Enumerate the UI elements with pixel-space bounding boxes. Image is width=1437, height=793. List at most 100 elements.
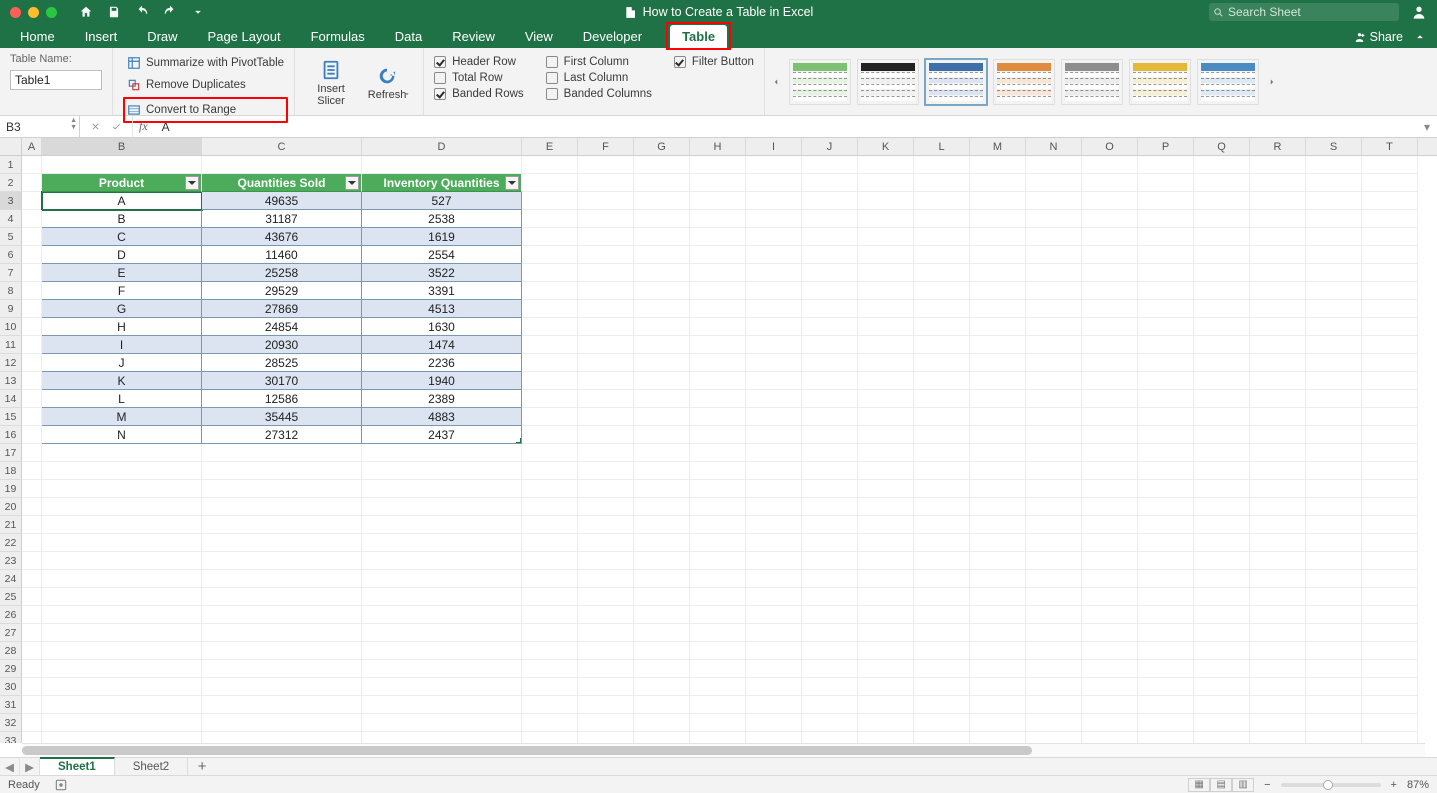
cell[interactable] [1138, 714, 1194, 732]
cell[interactable] [202, 606, 362, 624]
cell[interactable] [522, 426, 578, 444]
cell[interactable] [1082, 408, 1138, 426]
cell[interactable] [1306, 444, 1362, 462]
cell[interactable] [522, 174, 578, 192]
cell[interactable] [522, 696, 578, 714]
cell[interactable] [362, 678, 522, 696]
cell[interactable] [802, 264, 858, 282]
cell[interactable] [858, 282, 914, 300]
cell[interactable] [578, 336, 634, 354]
cell[interactable] [1362, 678, 1418, 696]
cell[interactable] [690, 228, 746, 246]
cell[interactable]: 3391 [362, 282, 522, 300]
cell[interactable] [802, 462, 858, 480]
cell[interactable] [858, 156, 914, 174]
cell[interactable] [1082, 534, 1138, 552]
cell[interactable] [1362, 444, 1418, 462]
cell[interactable] [802, 624, 858, 642]
cell[interactable] [1026, 264, 1082, 282]
sheet-tab[interactable]: Sheet1 [40, 757, 115, 775]
cell[interactable] [970, 372, 1026, 390]
cell[interactable] [802, 192, 858, 210]
cell[interactable] [1082, 570, 1138, 588]
cell[interactable] [202, 498, 362, 516]
ribbon-tab-formulas[interactable]: Formulas [309, 25, 367, 48]
cell[interactable] [634, 408, 690, 426]
cell[interactable] [1306, 732, 1362, 743]
cell[interactable] [362, 570, 522, 588]
cell[interactable] [1250, 210, 1306, 228]
cell[interactable] [42, 498, 202, 516]
cell[interactable] [1082, 282, 1138, 300]
cell[interactable]: 2437 [362, 426, 522, 444]
cell[interactable] [1138, 660, 1194, 678]
cell[interactable] [1138, 264, 1194, 282]
cell[interactable] [690, 192, 746, 210]
cell[interactable] [1082, 156, 1138, 174]
cell[interactable] [22, 660, 42, 678]
cell[interactable] [914, 678, 970, 696]
cell[interactable] [1362, 174, 1418, 192]
cell[interactable] [746, 318, 802, 336]
cell[interactable] [802, 336, 858, 354]
styles-scroll-left[interactable] [769, 57, 783, 107]
cell[interactable] [1250, 462, 1306, 480]
cell[interactable] [914, 174, 970, 192]
cell[interactable] [1194, 462, 1250, 480]
cell[interactable] [42, 642, 202, 660]
table-style-preset[interactable] [925, 59, 987, 105]
cell[interactable] [522, 246, 578, 264]
cell[interactable] [634, 336, 690, 354]
cell[interactable] [1250, 534, 1306, 552]
cell[interactable] [22, 516, 42, 534]
row-header[interactable]: 26 [0, 606, 22, 624]
cell[interactable]: B [42, 210, 202, 228]
cell[interactable] [1362, 696, 1418, 714]
cell[interactable]: A [42, 192, 202, 210]
cell[interactable] [914, 246, 970, 264]
cell[interactable]: 527 [362, 192, 522, 210]
cell[interactable] [970, 390, 1026, 408]
cell[interactable] [1138, 246, 1194, 264]
cell[interactable] [22, 480, 42, 498]
cell[interactable] [522, 372, 578, 390]
cell[interactable]: 11460 [202, 246, 362, 264]
cell[interactable] [522, 588, 578, 606]
cell[interactable] [1082, 264, 1138, 282]
cell[interactable] [578, 300, 634, 318]
cell[interactable] [858, 480, 914, 498]
cell[interactable] [690, 516, 746, 534]
cell[interactable] [362, 696, 522, 714]
cell[interactable]: 31187 [202, 210, 362, 228]
cell[interactable] [914, 570, 970, 588]
cell[interactable] [1138, 372, 1194, 390]
cell[interactable] [1194, 696, 1250, 714]
cell[interactable] [42, 516, 202, 534]
row-header[interactable]: 18 [0, 462, 22, 480]
cell[interactable] [522, 462, 578, 480]
cell[interactable] [202, 588, 362, 606]
cell[interactable] [858, 624, 914, 642]
ribbon-tab-view[interactable]: View [523, 25, 555, 48]
cell[interactable] [746, 282, 802, 300]
cell[interactable] [1306, 624, 1362, 642]
cell[interactable] [858, 336, 914, 354]
cell[interactable] [802, 228, 858, 246]
cell[interactable] [746, 336, 802, 354]
cell[interactable] [522, 282, 578, 300]
cell[interactable]: L [42, 390, 202, 408]
cell[interactable] [802, 210, 858, 228]
cell[interactable] [1306, 390, 1362, 408]
cell[interactable] [746, 426, 802, 444]
cell[interactable] [1194, 552, 1250, 570]
cell[interactable] [914, 714, 970, 732]
cell[interactable] [1362, 498, 1418, 516]
column-header[interactable]: Q [1194, 138, 1250, 155]
cell[interactable] [914, 318, 970, 336]
cell[interactable] [22, 300, 42, 318]
cell[interactable] [522, 228, 578, 246]
table-style-preset[interactable] [857, 59, 919, 105]
cell[interactable] [1250, 714, 1306, 732]
filter-dropdown-icon[interactable] [345, 176, 359, 190]
cell[interactable] [522, 732, 578, 743]
